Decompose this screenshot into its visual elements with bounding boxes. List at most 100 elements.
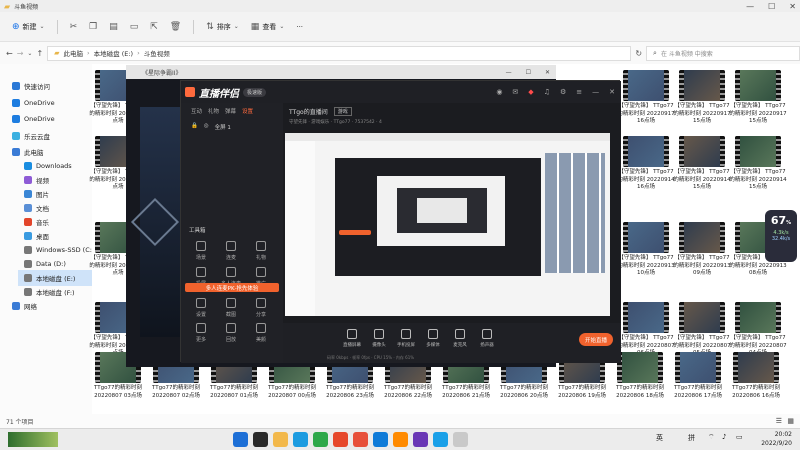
network-speed-widget[interactable]: 67% 4.3k/s 32.4k/s	[765, 210, 797, 262]
source-button[interactable]: 直播屏幕	[341, 329, 363, 348]
video-thumbnail[interactable]	[679, 302, 725, 333]
taskbar-app-icon[interactable]	[433, 432, 448, 447]
minimize-button[interactable]: —	[592, 88, 599, 96]
tab-gift[interactable]: 礼物	[208, 107, 219, 115]
close-button[interactable]: ✕	[545, 69, 550, 76]
source-button[interactable]: 摄像头	[368, 329, 390, 348]
large-icons-view-icon[interactable]: ▦	[787, 417, 794, 425]
user-icon[interactable]: ◉	[496, 88, 502, 96]
rename-icon[interactable]: ▭	[126, 20, 143, 34]
sidebar-item-2[interactable]: OneDrive	[6, 111, 55, 127]
tool-item[interactable]: 截图	[217, 298, 245, 318]
bell-icon[interactable]: ♫	[544, 88, 550, 96]
minimize-button[interactable]: —	[506, 69, 512, 76]
file-name[interactable]: 【守望先锋】 TTgo77的精彩时刻 20220914 16点场	[617, 169, 675, 192]
tool-item[interactable]: 场景	[187, 241, 215, 261]
file-name[interactable]: 【守望先锋】 TTgo77的精彩时刻 20220917 15点场	[729, 103, 787, 126]
sidebar-item-15[interactable]: 网络	[6, 298, 37, 314]
tool-item[interactable]: 更多	[187, 323, 215, 343]
source-button[interactable]: 手机投屏	[395, 329, 417, 348]
share-icon[interactable]: ⇱	[146, 20, 162, 34]
file-name[interactable]: 【守望先锋】 TTgo77的精彩时刻 20220914 15点场	[729, 169, 787, 192]
tab-interaction[interactable]: 互动	[191, 107, 202, 115]
menu-icon[interactable]: ≡	[576, 88, 582, 96]
file-name[interactable]: TTgo77的精彩时刻 20220806 23点场	[321, 385, 379, 400]
more-button[interactable]: ···	[292, 21, 307, 33]
file-name[interactable]: TTgo77的精彩时刻 20220807 01点场	[205, 385, 263, 400]
file-name[interactable]: 【守望先锋】 TTgo77的精彩时刻 20220917 16点场	[617, 103, 675, 126]
tab-settings[interactable]: 设置	[242, 107, 253, 115]
video-thumbnail[interactable]	[623, 302, 669, 333]
address-bar[interactable]: ▰ 此电脑 › 本地磁盘 (E:) › 斗鱼视频	[47, 45, 632, 61]
tab-danmaku[interactable]: 弹幕	[225, 107, 236, 115]
taskbar-app-icon[interactable]	[413, 432, 428, 447]
details-view-icon[interactable]: ☰	[776, 417, 782, 425]
tool-item[interactable]: 设置	[187, 298, 215, 318]
view-button[interactable]: ▦ 查看 ⌄	[247, 20, 289, 34]
taskbar-app-icon[interactable]	[453, 432, 468, 447]
wifi-icon[interactable]: ⌔	[708, 433, 715, 442]
cut-icon[interactable]: ✂	[66, 20, 82, 34]
taskbar-app-icon[interactable]	[313, 432, 328, 447]
tool-item[interactable]: 分享	[247, 298, 275, 318]
minimize-button[interactable]: —	[746, 2, 754, 11]
volume-icon[interactable]: ♪	[722, 433, 726, 441]
source-button[interactable]: 多媒体	[422, 329, 444, 348]
taskbar-app-icon[interactable]	[373, 432, 388, 447]
lock-icon[interactable]: 🔒	[191, 123, 198, 131]
video-thumbnail[interactable]	[679, 222, 725, 253]
file-name[interactable]: TTgo77的精彩时刻 20220806 20点场	[495, 385, 553, 400]
up-icon[interactable]: ↑	[36, 49, 43, 58]
search-input[interactable]: ⌕ 在 斗鱼视频 中搜索	[646, 45, 800, 61]
video-thumbnail[interactable]	[623, 70, 669, 101]
source-button[interactable]: 扬声器	[476, 329, 498, 348]
weather-widget[interactable]	[8, 432, 58, 447]
close-button[interactable]: ✕	[789, 2, 796, 11]
video-thumbnail[interactable]	[675, 352, 721, 383]
battery-icon[interactable]: ▭	[736, 433, 743, 441]
settings-icon[interactable]: ⚙	[560, 88, 566, 96]
file-name[interactable]: 【守望先锋】 TTgo77的精彩时刻 20220913 09点场	[673, 255, 731, 278]
tray-lang[interactable]: 英	[656, 433, 663, 443]
taskbar-app-icon[interactable]	[353, 432, 368, 447]
video-thumbnail[interactable]	[733, 352, 779, 383]
file-name[interactable]: TTgo77的精彩时刻 20220806 17点场	[669, 385, 727, 400]
scene-label[interactable]: 全屏 1	[215, 123, 231, 131]
taskbar-app-icon[interactable]	[233, 432, 248, 447]
forward-icon[interactable]: →	[17, 49, 24, 58]
delete-icon[interactable]: 🗑	[166, 20, 185, 34]
tool-item[interactable]: 美颜	[247, 323, 275, 343]
new-button[interactable]: ⊕ 新建 ⌄	[8, 20, 49, 34]
video-thumbnail[interactable]	[735, 302, 781, 333]
video-thumbnail[interactable]	[735, 70, 781, 101]
taskbar-app-icon[interactable]	[333, 432, 348, 447]
maximize-button[interactable]: ☐	[526, 69, 531, 76]
file-name[interactable]: TTgo77的精彩时刻 20220807 02点场	[147, 385, 205, 400]
sidebar-item-1[interactable]: OneDrive	[6, 95, 55, 111]
room-tag[interactable]: 游戏	[333, 107, 352, 116]
file-name[interactable]: TTgo77的精彩时刻 20220806 16点场	[727, 385, 785, 400]
taskbar-app-icon[interactable]	[393, 432, 408, 447]
video-thumbnail[interactable]	[735, 136, 781, 167]
breadcrumb-item[interactable]: 本地磁盘 (E:)	[94, 48, 133, 58]
file-name[interactable]: TTgo77的精彩时刻 20220806 18点场	[611, 385, 669, 400]
breadcrumb-item[interactable]: 斗鱼视频	[144, 48, 170, 58]
refresh-icon[interactable]: ↻	[635, 49, 642, 58]
video-thumbnail[interactable]	[679, 70, 725, 101]
start-live-button[interactable]: 开始直播	[579, 333, 613, 346]
tool-item[interactable]: 礼物	[247, 241, 275, 261]
eye-icon[interactable]: ◎	[204, 123, 209, 131]
recent-icon[interactable]: ⌄	[27, 50, 32, 57]
breadcrumb-item[interactable]: 此电脑	[64, 48, 84, 58]
file-name[interactable]: TTgo77的精彩时刻 20220807 00点场	[263, 385, 321, 400]
paste-icon[interactable]: ▤	[105, 20, 122, 34]
file-name[interactable]: TTgo77的精彩时刻 20220806 21点场	[437, 385, 495, 400]
taskbar-app-icon[interactable]	[253, 432, 268, 447]
video-thumbnail[interactable]	[617, 352, 663, 383]
sidebar-item-3[interactable]: 乐云云盘	[6, 128, 50, 144]
file-name[interactable]: 【守望先锋】 TTgo77的精彩时刻 20220917 15点场	[673, 103, 731, 126]
maximize-button[interactable]: ☐	[768, 2, 775, 11]
sidebar-item-0[interactable]: 快速访问	[6, 78, 50, 94]
tool-item[interactable]: 回放	[217, 323, 245, 343]
file-name[interactable]: TTgo77的精彩时刻 20220807 03点场	[89, 385, 147, 400]
